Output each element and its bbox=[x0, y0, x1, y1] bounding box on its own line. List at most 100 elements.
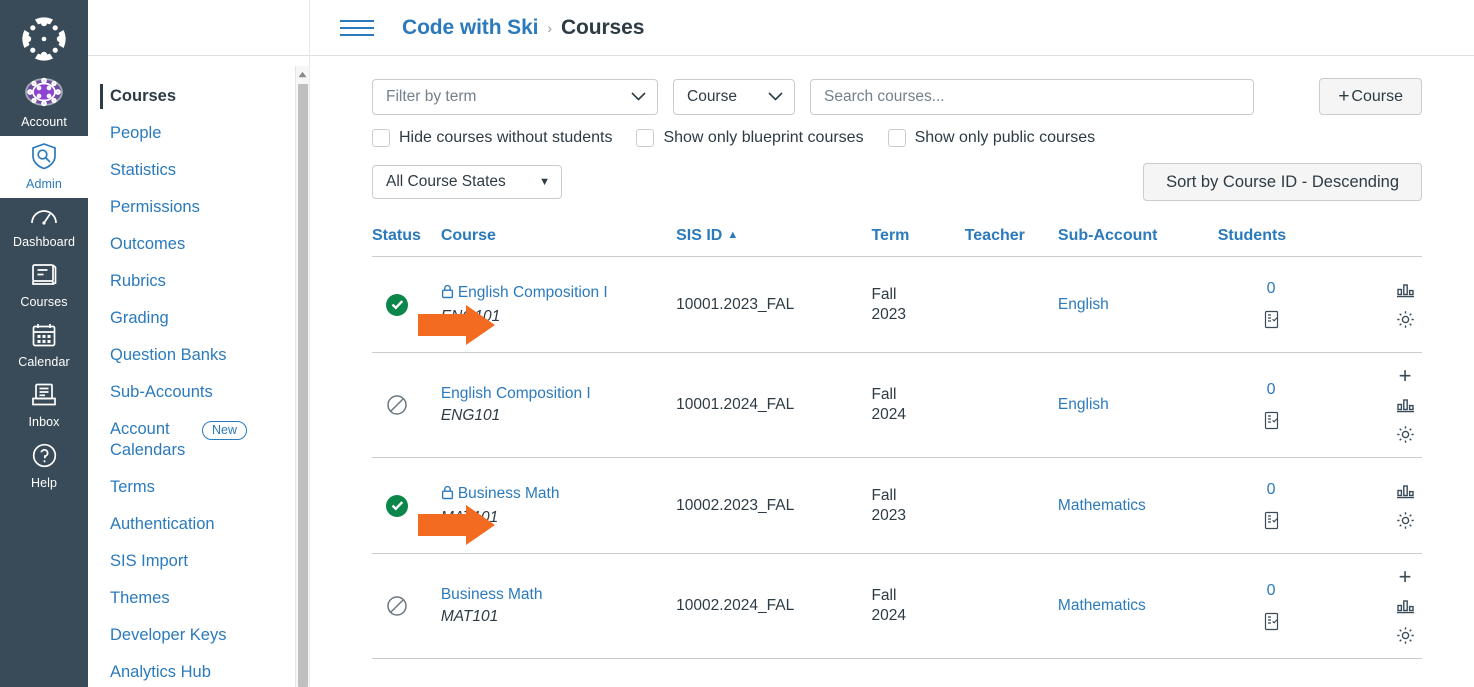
sidebar-item-label: Analytics Hub bbox=[110, 663, 211, 681]
sidebar-item-statistics[interactable]: Statistics bbox=[88, 152, 295, 189]
caret-down-icon: ▼ bbox=[539, 176, 550, 188]
scroll-up-arrow-icon[interactable] bbox=[296, 66, 309, 82]
row-action-buttons bbox=[1324, 481, 1422, 530]
course-states-select[interactable]: All Course States ▼ bbox=[372, 165, 562, 199]
term-filter-select[interactable]: Filter by term bbox=[372, 78, 658, 115]
search-input[interactable]: Search courses... bbox=[810, 78, 1254, 115]
hamburger-icon[interactable] bbox=[340, 14, 376, 42]
bar-chart-icon[interactable] bbox=[1394, 395, 1416, 415]
sidebar-item-people[interactable]: People bbox=[88, 115, 295, 152]
gear-icon[interactable] bbox=[1394, 510, 1416, 530]
course-name-link[interactable]: English Composition I bbox=[441, 283, 676, 305]
question-circle-icon bbox=[31, 442, 58, 474]
sidebar-item-rubrics[interactable]: Rubrics bbox=[88, 263, 295, 300]
course-name-link[interactable]: Business Math bbox=[441, 585, 676, 605]
sidebar-item-label: Permissions bbox=[110, 198, 200, 216]
roster-icon[interactable] bbox=[1218, 511, 1325, 530]
table-row: Business Math MAT101 10002.2024_FAL Fall… bbox=[372, 553, 1422, 659]
cell-actions bbox=[1324, 256, 1422, 353]
sub-account-link[interactable]: English bbox=[1058, 296, 1109, 313]
no-entry-circle-icon bbox=[386, 394, 408, 416]
gear-icon[interactable] bbox=[1394, 625, 1416, 645]
blueprint-lock-icon bbox=[441, 485, 454, 506]
global-nav-item-dashboard[interactable]: Dashboard bbox=[0, 198, 88, 256]
filter-checkbox-row: Hide courses without students Show only … bbox=[372, 129, 1422, 147]
column-header-students[interactable]: Students bbox=[1217, 227, 1325, 257]
search-type-select[interactable]: Course bbox=[673, 78, 795, 115]
sidebar-item-terms[interactable]: Terms bbox=[88, 469, 295, 506]
column-header-sis-id[interactable]: SIS ID ▲ bbox=[676, 227, 872, 257]
checkbox-show-only-public-courses[interactable]: Show only public courses bbox=[887, 129, 1095, 147]
cell-term: Fall 2024 bbox=[871, 352, 965, 458]
sidebar-item-themes[interactable]: Themes bbox=[88, 580, 295, 617]
roster-icon[interactable] bbox=[1218, 411, 1325, 430]
course-name-link[interactable]: Business Math bbox=[441, 484, 676, 506]
gear-icon[interactable] bbox=[1394, 309, 1416, 329]
global-nav-item-account[interactable]: Account bbox=[0, 70, 88, 136]
student-count[interactable]: 0 bbox=[1218, 481, 1325, 499]
plus-icon[interactable]: + bbox=[1394, 566, 1416, 588]
sidebar-item-grading[interactable]: Grading bbox=[88, 300, 295, 337]
sidebar-item-analytics-hub[interactable]: Analytics Hub bbox=[88, 654, 295, 687]
add-course-button[interactable]: + Course bbox=[1319, 78, 1422, 115]
cell-term: Fall 2023 bbox=[871, 457, 965, 554]
roster-icon[interactable] bbox=[1218, 310, 1325, 329]
checkbox-box[interactable] bbox=[887, 129, 906, 147]
scrollbar-thumb[interactable] bbox=[298, 84, 308, 687]
column-header-term[interactable]: Term bbox=[871, 227, 965, 257]
cell-course: Business Math MAT101 bbox=[440, 553, 677, 659]
sidebar-item-label: Rubrics bbox=[110, 272, 166, 290]
column-header-label: Term bbox=[871, 227, 910, 244]
column-header-teacher[interactable]: Teacher bbox=[964, 227, 1058, 257]
bar-chart-icon[interactable] bbox=[1394, 596, 1416, 616]
course-name-text: English Composition I bbox=[457, 283, 608, 301]
checkbox-hide-courses-without-students[interactable]: Hide courses without students bbox=[372, 129, 612, 147]
sidebar-item-account-calendars[interactable]: Account Calendars New bbox=[88, 411, 295, 469]
global-nav-item-calendar[interactable]: Calendar bbox=[0, 316, 88, 376]
global-nav-item-courses[interactable]: Courses bbox=[0, 256, 88, 316]
canvas-logo-icon[interactable] bbox=[0, 8, 88, 70]
sis-id-value: 10002.2024_FAL bbox=[676, 597, 795, 614]
student-count[interactable]: 0 bbox=[1218, 381, 1325, 399]
sub-account-link[interactable]: Mathematics bbox=[1058, 497, 1146, 514]
sub-account-link[interactable]: Mathematics bbox=[1058, 597, 1146, 614]
column-header-status[interactable]: Status bbox=[372, 227, 441, 257]
course-name-link[interactable]: English Composition I bbox=[441, 384, 676, 404]
column-header-course[interactable]: Course bbox=[440, 227, 677, 257]
column-header-sub-account[interactable]: Sub-Account bbox=[1057, 227, 1218, 257]
bar-chart-icon[interactable] bbox=[1394, 481, 1416, 501]
plus-icon[interactable]: + bbox=[1394, 365, 1416, 387]
global-nav-item-inbox[interactable]: Inbox bbox=[0, 376, 88, 436]
column-header-label: Sub-Account bbox=[1057, 227, 1158, 244]
sidebar-item-sis-import[interactable]: SIS Import bbox=[88, 543, 295, 580]
sort-button-label: Sort by Course ID - Descending bbox=[1166, 172, 1399, 191]
sidebar-item-sub-accounts[interactable]: Sub-Accounts bbox=[88, 374, 295, 411]
roster-icon[interactable] bbox=[1218, 612, 1325, 631]
checkbox-box[interactable] bbox=[372, 129, 390, 147]
courses-table-body: English Composition I ENG101 10001.2023_… bbox=[372, 256, 1422, 659]
global-nav-item-help[interactable]: Help bbox=[0, 436, 88, 497]
checkbox-box[interactable] bbox=[636, 129, 655, 147]
breadcrumb: Code with Ski › Courses bbox=[402, 16, 644, 40]
checkbox-show-only-blueprint-courses[interactable]: Show only blueprint courses bbox=[636, 129, 864, 147]
sidebar-item-developer-keys[interactable]: Developer Keys bbox=[88, 617, 295, 654]
student-count[interactable]: 0 bbox=[1218, 582, 1325, 600]
sidebar-item-permissions[interactable]: Permissions bbox=[88, 189, 295, 226]
row-action-buttons: + bbox=[1324, 566, 1422, 645]
course-name-text: Business Math bbox=[457, 484, 560, 502]
breadcrumb-root-link[interactable]: Code with Ski bbox=[402, 16, 538, 40]
sidebar-scrollbar[interactable] bbox=[295, 66, 309, 687]
sidebar-item-question-banks[interactable]: Question Banks bbox=[88, 337, 295, 374]
checkbox-label: Show only blueprint courses bbox=[663, 129, 864, 146]
sidebar-item-authentication[interactable]: Authentication bbox=[88, 506, 295, 543]
gear-icon[interactable] bbox=[1394, 424, 1416, 444]
global-nav-item-admin[interactable]: Admin bbox=[0, 136, 88, 198]
student-count[interactable]: 0 bbox=[1218, 280, 1325, 298]
sidebar-item-outcomes[interactable]: Outcomes bbox=[88, 226, 295, 263]
sub-account-link[interactable]: English bbox=[1058, 396, 1109, 413]
term-value: Fall 2023 bbox=[871, 285, 906, 323]
sort-button[interactable]: Sort by Course ID - Descending bbox=[1143, 163, 1422, 201]
sidebar-item-label: Themes bbox=[110, 589, 170, 607]
sidebar-item-courses[interactable]: Courses bbox=[88, 78, 295, 115]
bar-chart-icon[interactable] bbox=[1394, 280, 1416, 300]
